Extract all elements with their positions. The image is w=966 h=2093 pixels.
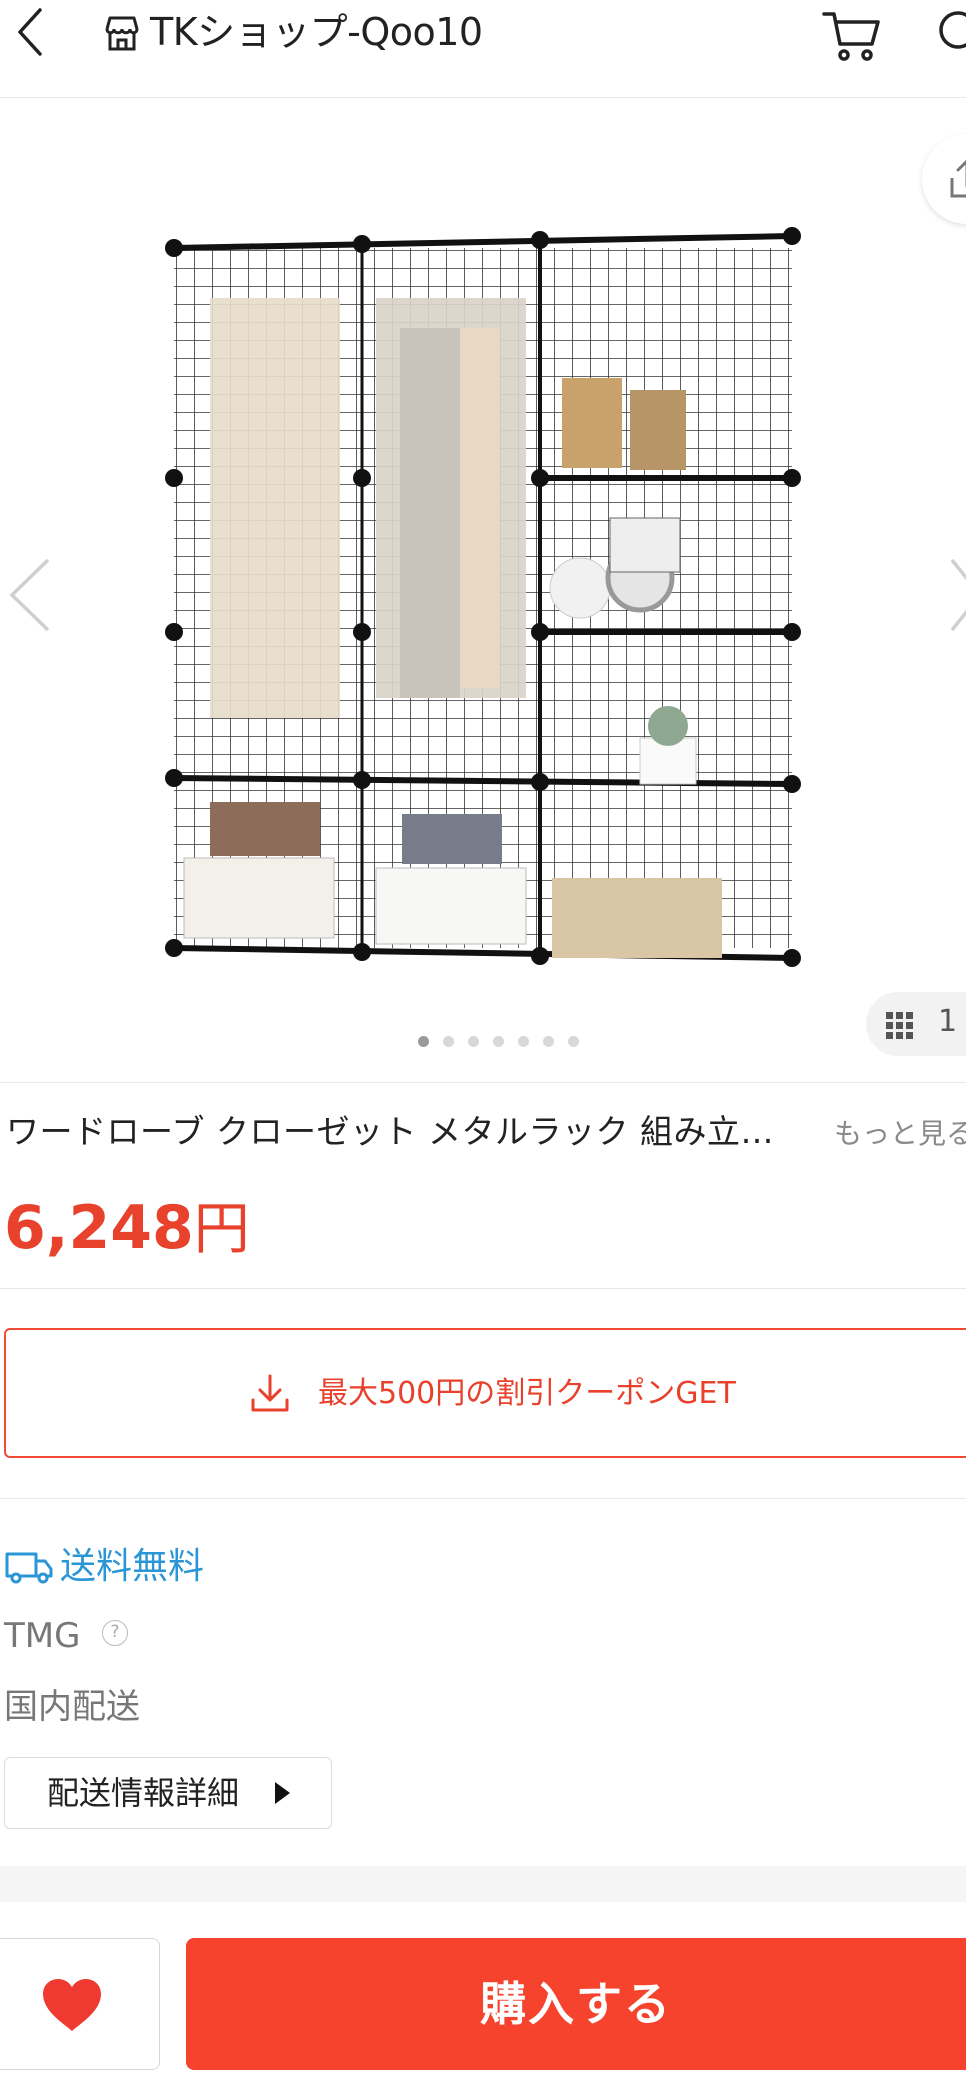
truck-icon [5, 1552, 53, 1584]
share-button[interactable] [922, 134, 966, 224]
chevron-right-icon [950, 558, 966, 632]
more-link[interactable]: もっと見る [834, 1112, 966, 1156]
product-gallery[interactable]: 1 / [0, 98, 966, 1082]
cart-button[interactable] [820, 4, 884, 68]
share-icon [950, 159, 966, 198]
image-counter-text: 1 / [938, 1004, 966, 1039]
image-counter-button[interactable]: 1 / [866, 992, 966, 1056]
divider [0, 1498, 966, 1499]
divider [0, 1082, 966, 1083]
product-image[interactable] [140, 178, 840, 1058]
product-page: TKショップ-Qoo10 1 ワードローブ クローゼット メタルラック 組み立…… [0, 0, 966, 2093]
search-icon [939, 11, 966, 49]
price-number: 6,248 [4, 1193, 194, 1263]
product-price: 6,248円 [4, 1188, 250, 1270]
wishlist-button[interactable] [0, 1938, 160, 2070]
search-button[interactable] [932, 4, 966, 64]
heart-icon [43, 1979, 101, 2031]
help-icon[interactable]: ? [102, 1620, 128, 1646]
coupon-button[interactable]: 最大500円の割引クーポンGET [4, 1328, 966, 1458]
gallery-dot[interactable] [568, 1036, 579, 1047]
cart-icon [822, 12, 880, 61]
gallery-dot[interactable] [418, 1036, 429, 1047]
chevron-left-icon [9, 558, 50, 632]
top-header: TKショップ-Qoo10 [0, 0, 966, 98]
gallery-dot[interactable] [493, 1036, 504, 1047]
domestic-shipping: 国内配送 [4, 1687, 140, 1727]
back-button[interactable] [6, 2, 66, 62]
shipping-detail-button[interactable]: 配送情報詳細 [4, 1757, 332, 1829]
next-image-button[interactable] [950, 550, 966, 640]
free-shipping-label: 送料無料 [60, 1546, 205, 1587]
gallery-dot[interactable] [468, 1036, 479, 1047]
prev-image-button[interactable] [4, 550, 54, 640]
price-unit: 円 [193, 1197, 250, 1262]
grid-icon [886, 1012, 913, 1039]
chevron-left-icon [18, 8, 42, 56]
storefront-icon [105, 16, 139, 51]
divider [0, 1288, 966, 1289]
bottom-action-bar: 購入する [0, 1902, 966, 2093]
section-gap [0, 1866, 966, 1902]
buy-button[interactable]: 購入する [186, 1938, 966, 2070]
shipping-company: TMG [4, 1616, 81, 1656]
shipping-detail-label: 配送情報詳細 [47, 1774, 240, 1812]
gallery-dots [418, 1036, 579, 1052]
gallery-dot[interactable] [443, 1036, 454, 1047]
product-title: ワードローブ クローゼット メタルラック 組み立… [6, 1112, 774, 1151]
buy-button-label: 購入する [480, 1977, 672, 2031]
download-icon [251, 1374, 289, 1412]
shop-name[interactable]: TKショップ-Qoo10 [150, 8, 483, 56]
gallery-dot[interactable] [543, 1036, 554, 1047]
gallery-dot[interactable] [518, 1036, 529, 1047]
triangle-right-icon [275, 1782, 290, 1804]
coupon-label: 最大500円の割引クーポンGET [318, 1376, 736, 1411]
